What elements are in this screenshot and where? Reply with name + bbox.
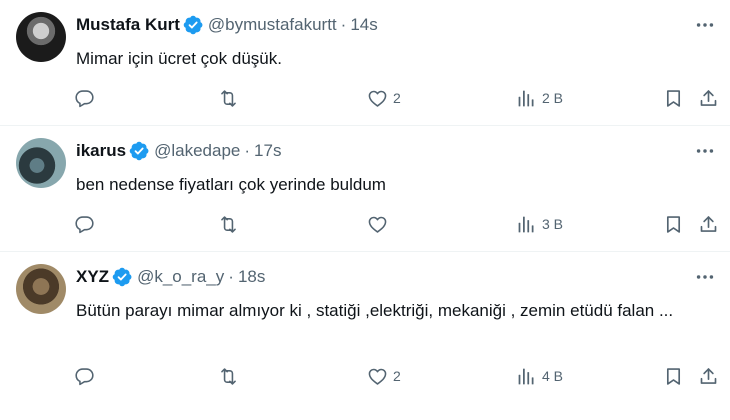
timestamp[interactable]: 17s: [254, 141, 281, 161]
reply-button[interactable]: [74, 207, 100, 241]
heart-icon: [367, 366, 388, 387]
user-handle[interactable]: @bymustafakurtt: [208, 15, 337, 35]
timestamp[interactable]: 18s: [238, 267, 265, 287]
retweet-icon: [218, 214, 239, 235]
verified-badge-icon: [183, 15, 203, 35]
separator-dot: ·: [340, 15, 347, 34]
tweet-header: XYZ @k_o_ra_y · 18s: [76, 266, 265, 288]
share-button[interactable]: [698, 207, 719, 241]
tweet-header: Mustafa Kurt @bymustafakurtt · 14s: [76, 14, 378, 36]
views-icon: [516, 366, 537, 387]
more-icon[interactable]: [694, 14, 716, 36]
retweet-button[interactable]: [218, 359, 244, 393]
tweet[interactable]: XYZ @k_o_ra_y · 18s Bütün parayı mimar a…: [0, 252, 730, 420]
share-icon: [698, 366, 719, 387]
retweet-button[interactable]: [218, 207, 244, 241]
verified-badge-icon: [129, 141, 149, 161]
bookmark-button[interactable]: [663, 81, 684, 115]
user-name[interactable]: Mustafa Kurt: [76, 15, 180, 35]
tweet[interactable]: ikarus @lakedape · 17s ben nedense fiyat…: [0, 126, 730, 252]
user-handle[interactable]: @lakedape: [154, 141, 240, 161]
timestamp[interactable]: 14s: [350, 15, 377, 35]
reply-button[interactable]: [74, 359, 100, 393]
views-button[interactable]: 3 B: [516, 207, 563, 241]
avatar[interactable]: [16, 264, 66, 314]
retweet-icon: [218, 88, 239, 109]
action-bar: 3 B: [66, 207, 730, 241]
like-button[interactable]: 2: [367, 81, 401, 115]
like-button[interactable]: [367, 207, 393, 241]
share-button[interactable]: [698, 359, 719, 393]
share-button[interactable]: [698, 81, 719, 115]
retweet-icon: [218, 366, 239, 387]
tweet[interactable]: Mustafa Kurt @bymustafakurtt · 14s Mimar…: [0, 0, 730, 126]
reply-icon: [74, 366, 95, 387]
bookmark-button[interactable]: [663, 207, 684, 241]
view-count: 4 B: [542, 368, 564, 384]
like-count: 2: [393, 90, 401, 106]
heart-icon: [367, 88, 388, 109]
like-button[interactable]: 2: [367, 359, 401, 393]
heart-icon: [367, 214, 388, 235]
separator-dot: ·: [228, 267, 234, 286]
retweet-button[interactable]: [218, 81, 244, 115]
tweet-text: Mimar için ücret çok düşük.: [76, 49, 282, 68]
separator-dot: ·: [244, 141, 251, 160]
bookmark-button[interactable]: [663, 359, 684, 393]
avatar[interactable]: [16, 12, 66, 62]
views-button[interactable]: 4 B: [516, 359, 563, 393]
verified-badge-icon: [112, 267, 132, 287]
more-icon[interactable]: [694, 140, 716, 162]
bookmark-icon: [663, 214, 684, 235]
avatar[interactable]: [16, 138, 66, 188]
bookmark-icon: [663, 88, 684, 109]
view-count: 3 B: [542, 216, 564, 232]
bookmark-icon: [663, 366, 684, 387]
action-bar: 2 4 B: [66, 359, 730, 393]
more-icon[interactable]: [694, 266, 716, 288]
share-icon: [698, 214, 719, 235]
share-icon: [698, 88, 719, 109]
user-name[interactable]: XYZ: [76, 267, 109, 287]
views-icon: [516, 88, 537, 109]
tweet-header: ikarus @lakedape · 17s: [76, 140, 281, 162]
user-handle[interactable]: @k_o_ra_y: [137, 267, 224, 287]
views-button[interactable]: 2 B: [516, 81, 563, 115]
reply-icon: [74, 214, 95, 235]
reply-icon: [74, 88, 95, 109]
action-bar: 2 2 B: [66, 81, 730, 115]
view-count: 2 B: [542, 90, 564, 106]
tweet-text: ben nedense fiyatları çok yerinde buldum: [76, 175, 386, 194]
tweet-text: Bütün parayı mimar almıyor ki , statiği …: [76, 301, 674, 320]
like-count: 2: [393, 368, 401, 384]
user-name[interactable]: ikarus: [76, 141, 126, 161]
reply-button[interactable]: [74, 81, 100, 115]
views-icon: [516, 214, 537, 235]
